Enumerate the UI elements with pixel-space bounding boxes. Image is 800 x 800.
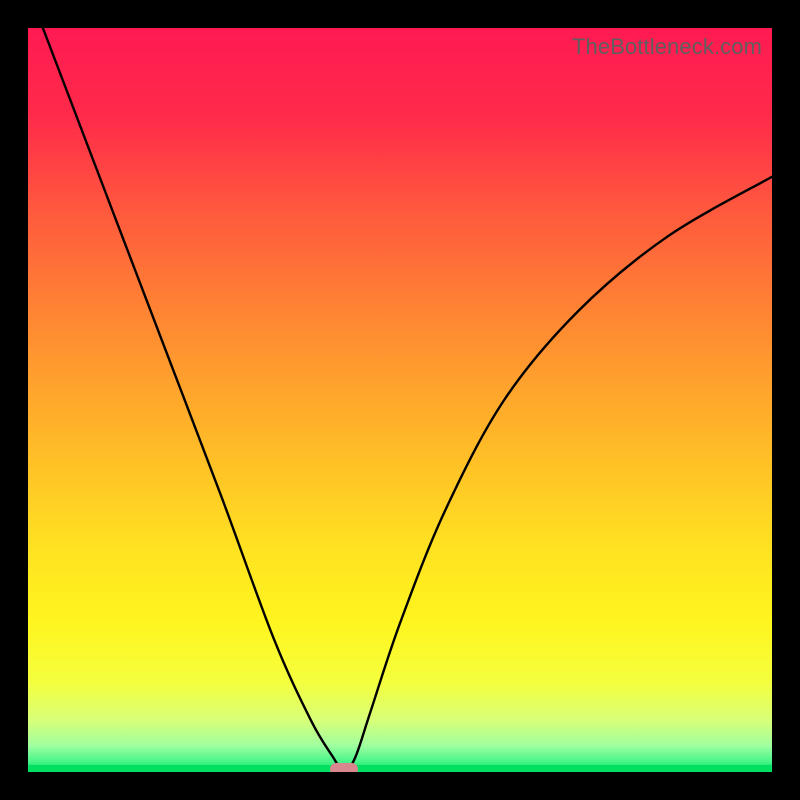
optimal-marker <box>330 763 358 772</box>
plot-area: TheBottleneck.com <box>28 28 772 772</box>
chart-frame: TheBottleneck.com <box>0 0 800 800</box>
baseline-band <box>28 765 772 772</box>
bottleneck-curve <box>43 28 772 772</box>
curve-layer <box>28 28 772 772</box>
attribution-label: TheBottleneck.com <box>572 34 762 60</box>
